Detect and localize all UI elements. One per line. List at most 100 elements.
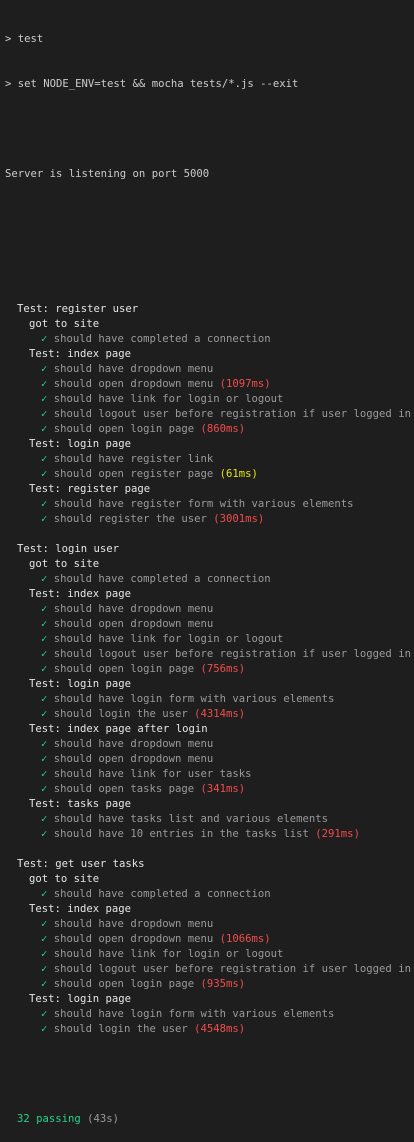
test-row: ✓ should have register form with various… — [5, 497, 414, 512]
test-row: ✓ should open dropdown menu (1097ms) — [5, 377, 414, 392]
suite-title: Test: login user — [17, 543, 120, 555]
group-title: Test: login page — [29, 678, 132, 690]
test-row: ✓ should logout user before registration… — [5, 962, 414, 977]
total-duration: (43s) — [87, 1113, 120, 1125]
test-row: ✓ should have link for login or logout — [5, 947, 414, 962]
test-duration: (860ms) — [200, 423, 246, 435]
test-suite: Test: register user got to site ✓ should h… — [5, 302, 414, 527]
test-name: should have completed a connection — [53, 573, 271, 585]
test-row: ✓ should open login page (935ms) — [5, 977, 414, 992]
test-name: should have link for login or logout — [53, 393, 284, 405]
test-row: ✓ should open dropdown menu — [5, 752, 414, 767]
group-title: Test: login page — [29, 438, 132, 450]
test-name: should open login page — [53, 663, 195, 675]
group-title: got to site — [29, 318, 100, 330]
test-name: should have tasks list and various eleme… — [53, 813, 329, 825]
test-name: should login the user — [53, 708, 188, 720]
check-icon: ✓ — [41, 498, 48, 510]
test-name: should logout user before registration i… — [53, 963, 411, 975]
test-name: should have dropdown menu — [53, 738, 214, 750]
check-icon: ✓ — [41, 708, 48, 720]
test-row: ✓ should have tasks list and various ele… — [5, 812, 414, 827]
test-duration: (756ms) — [200, 663, 246, 675]
check-icon: ✓ — [41, 948, 48, 960]
test-row: ✓ should login the user (4314ms) — [5, 707, 414, 722]
test-row: ✓ should have completed a connection — [5, 332, 414, 347]
check-icon: ✓ — [41, 648, 48, 660]
test-name: should have dropdown menu — [53, 918, 214, 930]
test-row: ✓ should have link for login or logout — [5, 392, 414, 407]
check-icon: ✓ — [41, 738, 48, 750]
group-title: got to site — [29, 558, 100, 570]
test-row: ✓ should register the user (3001ms) — [5, 512, 414, 527]
test-duration: (935ms) — [200, 978, 246, 990]
test-name: should open dropdown menu — [53, 753, 214, 765]
test-name: should have link for login or logout — [53, 948, 284, 960]
passing-count: 32 passing — [17, 1113, 81, 1125]
test-row: ✓ should open dropdown menu — [5, 617, 414, 632]
check-icon: ✓ — [41, 1023, 48, 1035]
test-name: should logout user before registration i… — [53, 408, 411, 420]
group-title: Test: register page — [29, 483, 151, 495]
test-name: should have link for login or logout — [53, 633, 284, 645]
test-duration: (3001ms) — [213, 513, 265, 525]
test-duration: (4548ms) — [194, 1023, 246, 1035]
check-icon: ✓ — [41, 513, 48, 525]
test-row: ✓ should have completed a connection — [5, 887, 414, 902]
summary-line: 32 passing (43s) — [5, 1112, 414, 1127]
test-row: ✓ should logout user before registration… — [5, 407, 414, 422]
command-line: > set NODE_ENV=test && mocha tests/*.js … — [5, 78, 299, 90]
test-row: ✓ should open dropdown menu (1066ms) — [5, 932, 414, 947]
group-title: Test: index page after login — [29, 723, 208, 735]
test-duration: (61ms) — [219, 468, 258, 480]
test-duration: (1097ms) — [219, 378, 271, 390]
test-row: ✓ should login the user (4548ms) — [5, 1022, 414, 1037]
check-icon: ✓ — [41, 693, 48, 705]
test-row: ✓ should have dropdown menu — [5, 602, 414, 617]
check-icon: ✓ — [41, 828, 48, 840]
group-title: Test: login page — [29, 993, 132, 1005]
test-duration: (4314ms) — [194, 708, 246, 720]
test-name: should have link for user tasks — [53, 768, 252, 780]
test-name: should have completed a connection — [53, 888, 271, 900]
check-icon: ✓ — [41, 963, 48, 975]
test-name: should have login form with various elem… — [53, 1008, 335, 1020]
check-icon: ✓ — [41, 663, 48, 675]
check-icon: ✓ — [41, 573, 48, 585]
check-icon: ✓ — [41, 768, 48, 780]
test-row: ✓ should have link for user tasks — [5, 767, 414, 782]
test-name: should have register link — [53, 453, 214, 465]
test-name: should have register form with various e… — [53, 498, 354, 510]
test-name: should have 10 entries in the tasks list — [53, 828, 309, 840]
test-duration: (291ms) — [315, 828, 360, 840]
test-row: ✓ should open login page (756ms) — [5, 662, 414, 677]
check-icon: ✓ — [41, 783, 48, 795]
test-row: ✓ should have dropdown menu — [5, 917, 414, 932]
check-icon: ✓ — [41, 423, 48, 435]
test-row: ✓ should have dropdown menu — [5, 362, 414, 377]
test-row: ✓ should have login form with various el… — [5, 692, 414, 707]
check-icon: ✓ — [41, 618, 48, 630]
check-icon: ✓ — [41, 378, 48, 390]
test-name: should open login page — [53, 423, 195, 435]
check-icon: ✓ — [41, 603, 48, 615]
terminal-output[interactable]: > test > set NODE_ENV=test && mocha test… — [0, 0, 414, 1142]
check-icon: ✓ — [41, 393, 48, 405]
server-status: Server is listening on port 5000 — [5, 168, 210, 180]
test-suite: Test: login user got to site ✓ should have… — [5, 542, 414, 842]
group-title: got to site — [29, 873, 100, 885]
test-row: ✓ should logout user before registration… — [5, 647, 414, 662]
test-duration: (341ms) — [200, 783, 246, 795]
check-icon: ✓ — [41, 978, 48, 990]
test-duration: (1066ms) — [219, 933, 271, 945]
test-name: should have dropdown menu — [53, 363, 214, 375]
check-icon: ✓ — [41, 753, 48, 765]
check-icon: ✓ — [41, 468, 48, 480]
test-name: should open dropdown menu — [53, 618, 214, 630]
